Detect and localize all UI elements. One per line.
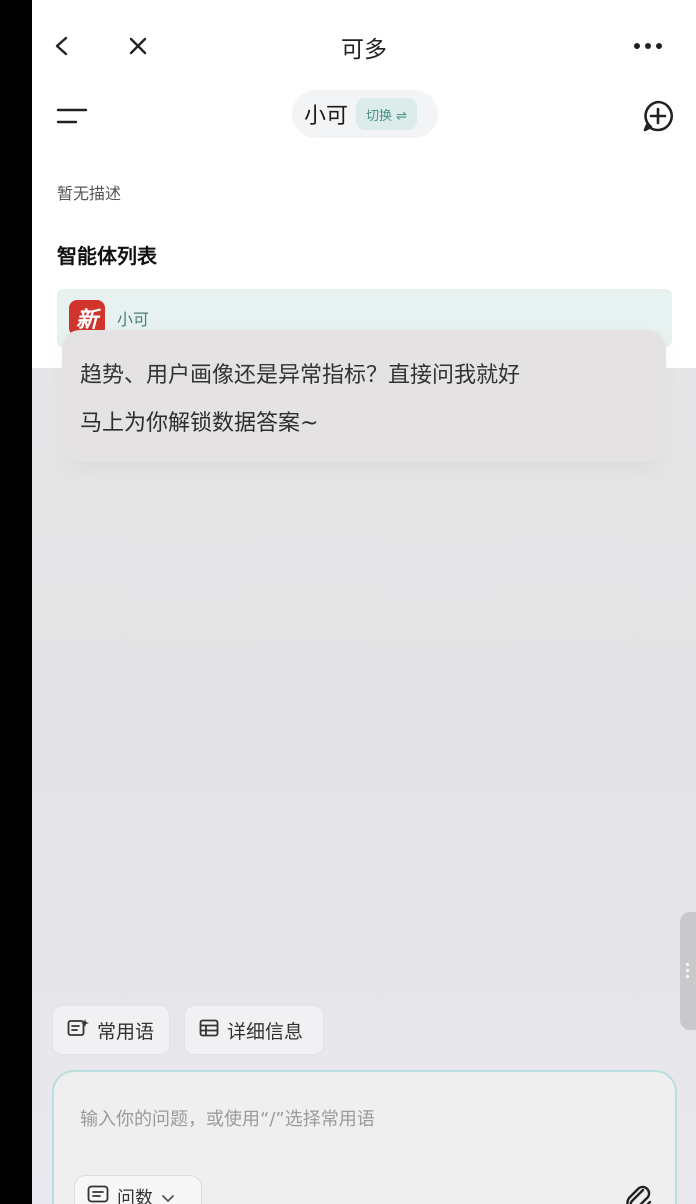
chat-message-line: 马上为你解锁数据答案~ [80, 411, 319, 436]
mode-select-label: 问数 [117, 1188, 153, 1204]
side-drag-handle[interactable] [680, 912, 696, 1030]
agent-list-title: 智能体列表 [57, 244, 157, 268]
chevron-down-icon [161, 1187, 175, 1204]
phrases-chip-label: 常用语 [97, 1020, 155, 1043]
chat-bubble [62, 330, 666, 462]
page-title: 可多 [341, 37, 387, 63]
paperclip-icon[interactable] [621, 1182, 655, 1204]
switch-button[interactable]: 切换 ⇌ [356, 98, 418, 130]
table-icon [199, 1019, 219, 1042]
agent-item-label: 小可 [117, 310, 150, 329]
top-navigation: 可多 [32, 0, 696, 90]
chat-mode-icon [87, 1185, 109, 1204]
mode-select[interactable]: 问数 [74, 1175, 202, 1204]
chat-message-line: 趋势、用户画像还是异常指标？直接问我就好 [80, 363, 521, 388]
more-icon[interactable] [630, 28, 666, 64]
new-chat-icon[interactable] [640, 98, 676, 134]
agent-switcher[interactable]: 小可 切换 ⇌ [292, 90, 438, 138]
details-chip[interactable]: 详细信息 [184, 1005, 324, 1055]
app-window: 可多 小可 切换 ⇌ 暂无描述 智能体列表 新 小可 趋势、用户画像还是异常指标 [32, 0, 696, 1204]
agent-header: 小可 切换 ⇌ [32, 90, 696, 150]
chat-input-box[interactable]: 输入你的问题，或使用“/”选择常用语 问数 [52, 1070, 677, 1204]
menu-icon[interactable] [54, 98, 90, 134]
agent-name: 小可 [304, 104, 349, 129]
left-dark-strip [0, 0, 32, 1204]
phrases-chip[interactable]: 常用语 [52, 1005, 170, 1055]
agent-description: 暂无描述 [57, 184, 122, 203]
phrases-icon [67, 1018, 89, 1043]
chat-input-placeholder: 输入你的问题，或使用“/”选择常用语 [80, 1109, 375, 1130]
details-chip-label: 详细信息 [227, 1020, 304, 1043]
